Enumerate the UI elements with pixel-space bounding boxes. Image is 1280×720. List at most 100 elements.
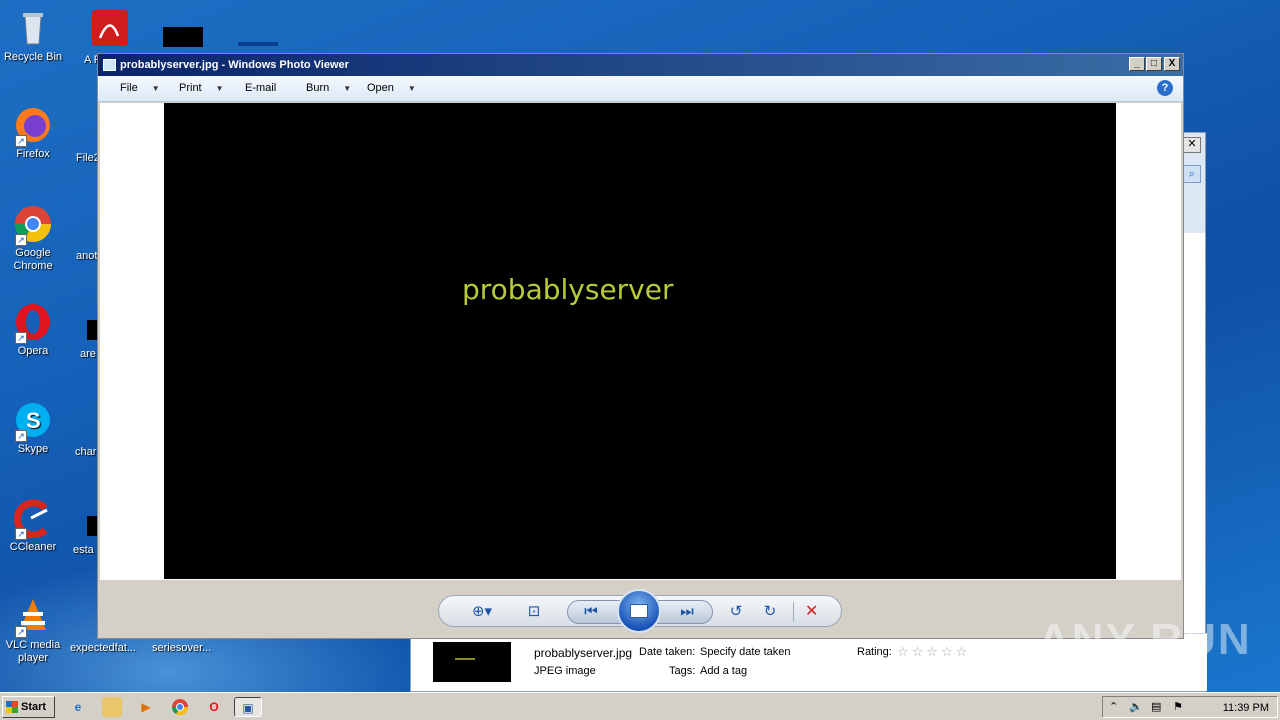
desktop-icon-black-thumbnail[interactable] (87, 516, 97, 536)
desktop-icon-vlc[interactable]: ↗ VLC media player (0, 596, 66, 665)
tags-field[interactable]: Add a tag (700, 665, 747, 677)
desktop-icon-skype[interactable]: S ↗ Skype (0, 400, 66, 456)
details-filetype: JPEG image (534, 665, 596, 677)
skype-icon: S ↗ (13, 400, 53, 442)
menu-email[interactable]: E-mail (245, 82, 276, 94)
rotate-clockwise-icon[interactable]: ↻ (759, 602, 781, 622)
help-icon[interactable]: ? (1157, 80, 1173, 96)
desktop-icon-black-thumbnail[interactable] (87, 320, 97, 340)
shortcut-arrow-icon: ↗ (15, 626, 27, 638)
opera-icon: ↗ (13, 302, 53, 344)
desktop-icon-label: are (80, 348, 96, 360)
title-bar[interactable]: probablyserver.jpg - Windows Photo Viewe… (98, 54, 1183, 76)
network-icon[interactable]: ▤ (1151, 700, 1161, 713)
desktop-icon-firefox[interactable]: ↗ Firefox (0, 105, 66, 161)
file-explorer-icon[interactable] (102, 697, 122, 717)
internet-explorer-icon[interactable]: e (68, 697, 88, 717)
vlc-icon: ↗ (13, 596, 53, 638)
desktop-icon-label: seriesover... (152, 642, 212, 654)
shortcut-arrow-icon: ↗ (15, 430, 27, 442)
svg-text:S: S (26, 408, 41, 433)
menu-label: Print (179, 82, 202, 94)
action-center-flag-icon[interactable]: ⚑ (1173, 700, 1183, 713)
menu-bar: File ▼ Print ▼ E-mail Burn ▼ Open ▼ ? (98, 76, 1183, 102)
desktop-icon-acrobat[interactable] (84, 8, 132, 51)
image-caption-text: probablyserver (462, 273, 674, 306)
next-icon[interactable]: ⏭ (675, 602, 699, 622)
watermark: ANY RUN (1038, 615, 1252, 664)
volume-icon[interactable]: 🔈 (1129, 700, 1143, 713)
start-button[interactable]: Start (2, 696, 55, 718)
shortcut-arrow-icon: ↗ (15, 234, 27, 246)
start-label: Start (21, 701, 47, 713)
desktop-icon-label: VLC media player (5, 639, 61, 664)
clock[interactable]: 11:39 PM (1223, 702, 1269, 714)
photo-viewer-app-icon (103, 59, 116, 71)
desktop-icon-thumbnail[interactable] (238, 42, 278, 46)
desktop-icon-label: A Re (84, 54, 97, 66)
desktop-icon-label: Google Chrome (13, 247, 53, 272)
slideshow-icon (630, 604, 648, 618)
desktop-icon-label: char (75, 446, 97, 458)
desktop-icon-label: Opera (17, 345, 49, 357)
rating-label: Rating: (857, 646, 892, 658)
ccleaner-icon: ↗ (13, 498, 53, 540)
desktop-icon-opera[interactable]: ↗ Opera (0, 302, 66, 358)
desktop-icon-label: esta (73, 544, 94, 556)
details-filename: probablyserver.jpg (534, 646, 633, 660)
firefox-icon: ↗ (13, 105, 53, 147)
date-taken-label: Date taken: (639, 646, 696, 658)
delete-icon[interactable]: ✕ (805, 602, 818, 622)
chrome-icon: ↗ (13, 204, 53, 246)
recycle-bin-icon (13, 8, 53, 48)
menu-label: E-mail (245, 82, 277, 94)
media-player-icon[interactable]: ▶ (136, 697, 156, 717)
previous-icon[interactable]: ⏮ (579, 602, 603, 622)
date-taken-field[interactable]: Specify date taken (700, 646, 791, 658)
menu-label: Open (367, 82, 394, 94)
desktop-icon-label: File2 (76, 152, 97, 164)
system-tray: ⌃ 🔈 ▤ ⚑ 11:39 PM (1102, 696, 1278, 718)
photo-viewer-taskbar-icon[interactable]: ▣ (234, 697, 262, 717)
maximize-button[interactable]: □ (1146, 57, 1162, 71)
close-icon[interactable]: ✕ (1183, 137, 1201, 153)
desktop-icon-black-thumbnail[interactable] (163, 27, 203, 47)
minimize-button[interactable]: _ (1129, 57, 1145, 71)
windows-logo-icon (6, 701, 18, 713)
menu-label: File (120, 82, 138, 94)
tags-label: Tags: (669, 665, 696, 677)
desktop-icon-label: Firefox (16, 148, 50, 160)
photo-viewer-window[interactable]: probablyserver.jpg - Windows Photo Viewe… (97, 53, 1184, 639)
rotate-counterclockwise-icon[interactable]: ↺ (725, 602, 747, 622)
desktop-icon-label: expectedfat... (70, 642, 137, 654)
actual-size-icon[interactable]: ⊡ (523, 602, 545, 622)
desktop-icon-ccleaner[interactable]: ↗ CCleaner (0, 498, 66, 554)
chevron-down-icon: ▼ (215, 84, 224, 93)
menu-print[interactable]: Print ▼ (179, 82, 224, 94)
rating-stars[interactable]: ☆☆☆☆☆ (897, 644, 970, 660)
opera-taskbar-icon[interactable]: O (204, 697, 224, 717)
show-hidden-icons-icon[interactable]: ⌃ (1109, 700, 1118, 713)
shortcut-arrow-icon: ↗ (15, 528, 27, 540)
toolbar-separator (793, 602, 794, 622)
shortcut-arrow-icon: ↗ (15, 332, 27, 344)
desktop-icon-recycle-bin[interactable]: Recycle Bin (0, 8, 66, 64)
displayed-image: probablyserver (164, 103, 1116, 579)
shortcut-arrow-icon: ↗ (15, 135, 27, 147)
zoom-icon[interactable]: ⊕▾ (465, 602, 499, 622)
control-bar: ⊕▾ ⊡ ⏮ ⏭ ↺ ↻ ✕ (438, 589, 842, 633)
chrome-taskbar-icon[interactable] (170, 697, 190, 717)
image-viewport[interactable]: probablyserver (100, 103, 1181, 580)
close-button[interactable]: X (1164, 57, 1180, 71)
desktop-icon-label: anot (76, 250, 97, 262)
search-icon[interactable]: ⌕ (1183, 165, 1201, 183)
slideshow-button[interactable] (617, 589, 661, 633)
menu-open[interactable]: Open ▼ (367, 82, 416, 94)
menu-burn[interactable]: Burn ▼ (306, 82, 351, 94)
menu-file[interactable]: File ▼ (120, 82, 160, 94)
desktop-icon-label: Recycle Bin (3, 51, 63, 63)
taskbar: Start e ▶ O ▣ ⌃ 🔈 ▤ ⚑ 11:39 PM (0, 692, 1280, 720)
image-thumbnail[interactable] (433, 642, 511, 682)
desktop-icon-chrome[interactable]: ↗ Google Chrome (0, 204, 66, 273)
desktop-icon-label: Skype (17, 443, 49, 455)
